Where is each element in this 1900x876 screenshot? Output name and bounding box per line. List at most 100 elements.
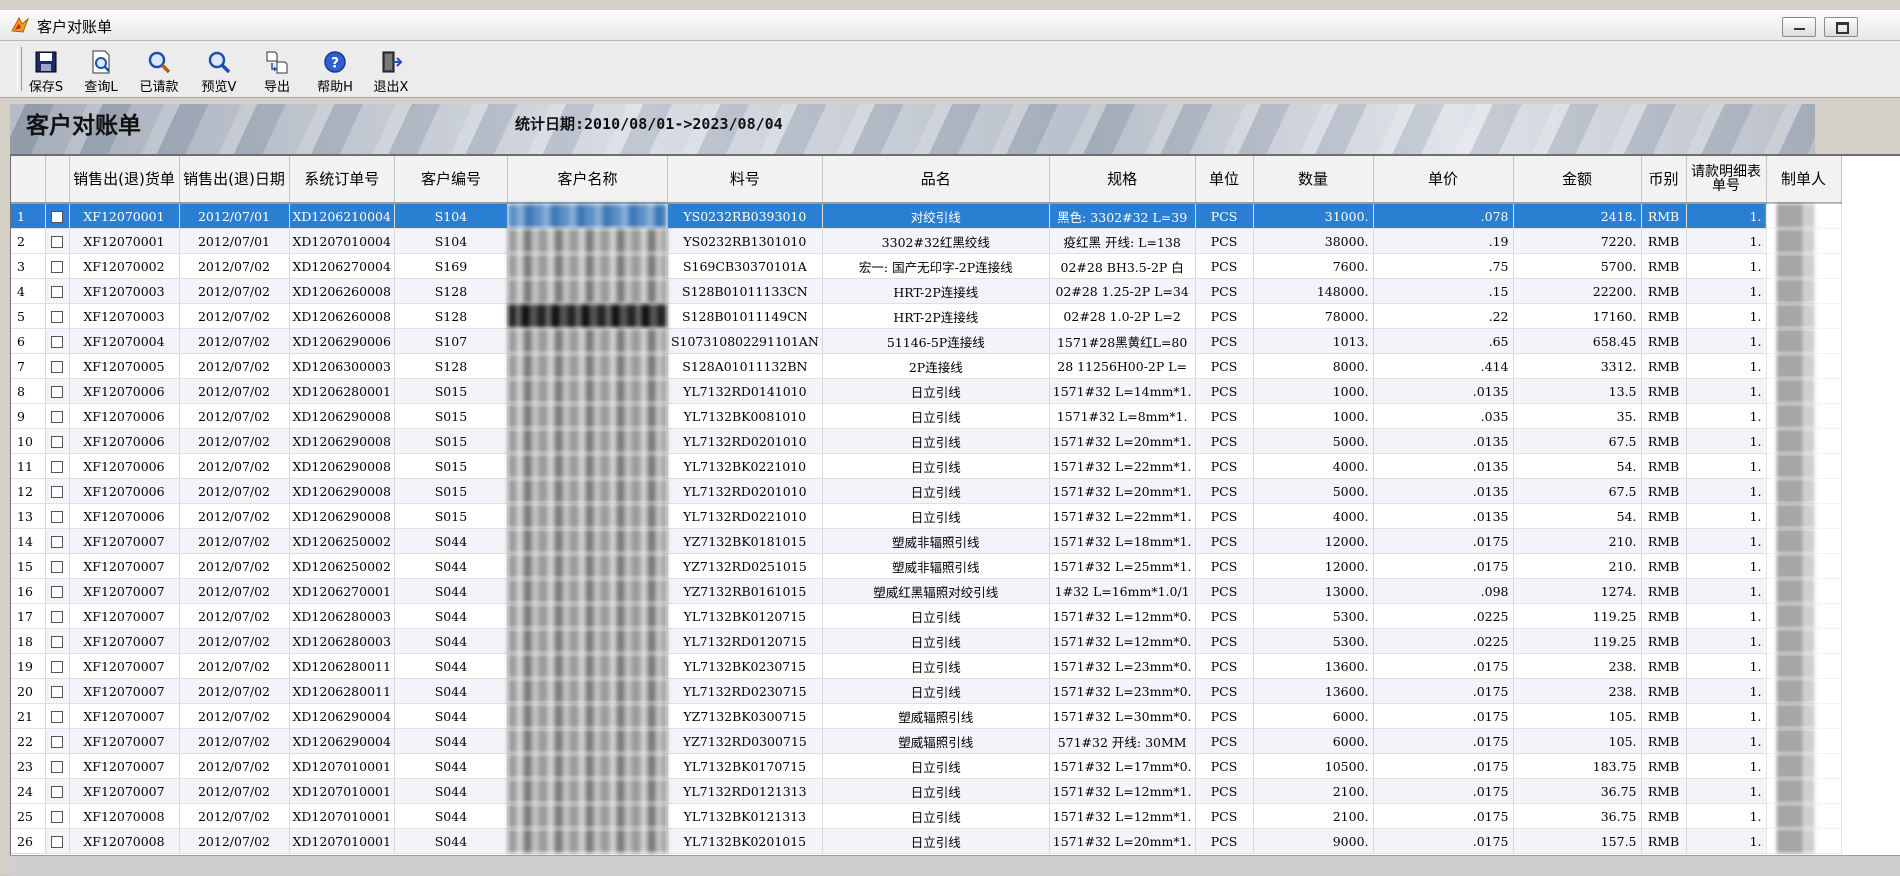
cell-customer-code[interactable]: S044: [394, 753, 508, 779]
cell-currency[interactable]: RMB: [1641, 778, 1687, 804]
cell-quantity[interactable]: 2100.: [1253, 803, 1374, 829]
cell-creator-redacted[interactable]: [1766, 603, 1842, 629]
cell-creator-redacted[interactable]: [1766, 228, 1842, 254]
cell-unit[interactable]: PCS: [1195, 803, 1254, 829]
cell-sales-doc-no[interactable]: XF12070004: [69, 328, 180, 354]
cell-customer-code[interactable]: S044: [394, 603, 508, 629]
cell-invoice-detail-no[interactable]: 1.: [1686, 478, 1767, 504]
row-checkbox[interactable]: [51, 736, 63, 748]
cell-unit[interactable]: PCS: [1195, 628, 1254, 654]
cell-creator-redacted[interactable]: [1766, 278, 1842, 304]
cell-spec[interactable]: 1571#32 L=12mm*0.: [1049, 628, 1196, 654]
cell-customer-name-redacted[interactable]: [507, 678, 668, 704]
cell-sales-doc-no[interactable]: XF12070007: [69, 528, 180, 554]
cell-amount[interactable]: 36.75: [1513, 803, 1642, 829]
cell-sales-date[interactable]: 2012/07/02: [179, 478, 290, 504]
cell-currency[interactable]: RMB: [1641, 653, 1687, 679]
row-select-cell[interactable]: [45, 378, 70, 404]
preview-button[interactable]: 预览V: [190, 49, 248, 95]
cell-sales-doc-no[interactable]: XF12070007: [69, 553, 180, 579]
cell-invoice-detail-no[interactable]: 1.: [1686, 328, 1767, 354]
cell-sales-date[interactable]: 2012/07/02: [179, 328, 290, 354]
cell-unit[interactable]: PCS: [1195, 553, 1254, 579]
cell-currency[interactable]: RMB: [1641, 328, 1687, 354]
cell-spec[interactable]: 1571#32 L=23mm*0.: [1049, 653, 1196, 679]
cell-currency[interactable]: RMB: [1641, 678, 1687, 704]
row-checkbox[interactable]: [51, 561, 63, 573]
cell-customer-code[interactable]: S044: [394, 778, 508, 804]
cell-spec[interactable]: 1571#32 L=25mm*1.: [1049, 553, 1196, 579]
row-checkbox[interactable]: [51, 661, 63, 673]
cell-system-order-no[interactable]: XD1206290008: [289, 428, 395, 454]
table-row[interactable]: 9 XF12070006 2012/07/02 XD1206290008 S015 YL7…: [11, 403, 1842, 429]
statement-grid[interactable]: 销售出(退)货单 销售出(退)日期 系统订单号 客户编号 客户名称 料号 品名 …: [10, 154, 1900, 857]
cell-sales-date[interactable]: 2012/07/02: [179, 678, 290, 704]
table-row[interactable]: 6 XF12070004 2012/07/02 XD1206290006 S107 S10…: [11, 328, 1842, 354]
cell-system-order-no[interactable]: XD1206250002: [289, 528, 395, 554]
cell-quantity[interactable]: 5300.: [1253, 603, 1374, 629]
cell-currency[interactable]: RMB: [1641, 278, 1687, 304]
table-row[interactable]: 19 XF12070007 2012/07/02 XD1206280011 S044 YL…: [11, 653, 1842, 679]
cell-currency[interactable]: RMB: [1641, 628, 1687, 654]
cell-product-name[interactable]: 3302#32红黑绞线: [822, 228, 1050, 254]
cell-product-name[interactable]: 宏一: 国产无印字-2P连接线: [822, 253, 1050, 279]
cell-amount[interactable]: 5700.: [1513, 253, 1642, 279]
cell-unit-price[interactable]: .035: [1373, 403, 1514, 429]
cell-sales-doc-no[interactable]: XF12070007: [69, 653, 180, 679]
row-checkbox[interactable]: [51, 436, 63, 448]
cell-creator-redacted[interactable]: [1766, 653, 1842, 679]
cell-creator-redacted[interactable]: [1766, 328, 1842, 354]
cell-product-name[interactable]: 日立引线: [822, 678, 1050, 704]
cell-currency[interactable]: RMB: [1641, 253, 1687, 279]
cell-currency[interactable]: RMB: [1641, 203, 1687, 229]
cell-creator-redacted[interactable]: [1766, 778, 1842, 804]
row-select-cell[interactable]: [45, 453, 70, 479]
minimize-button[interactable]: [1782, 17, 1816, 37]
cell-spec[interactable]: 1571#32 L=17mm*0.: [1049, 753, 1196, 779]
cell-part-no[interactable]: YZ7132RD0251015: [667, 553, 823, 579]
table-row[interactable]: 10 XF12070006 2012/07/02 XD1206290008 S015 YL…: [11, 428, 1842, 454]
cell-spec[interactable]: 02#28 1.25-2P L=34: [1049, 278, 1196, 304]
row-select-cell[interactable]: [45, 228, 70, 254]
cell-sales-doc-no[interactable]: XF12070001: [69, 228, 180, 254]
cell-sales-date[interactable]: 2012/07/02: [179, 278, 290, 304]
cell-invoice-detail-no[interactable]: 1.: [1686, 403, 1767, 429]
header-customer-name[interactable]: 客户名称: [507, 156, 668, 204]
cell-creator-redacted[interactable]: [1766, 678, 1842, 704]
cell-unit-price[interactable]: .19: [1373, 228, 1514, 254]
cell-sales-doc-no[interactable]: XF12070006: [69, 453, 180, 479]
cell-quantity[interactable]: 5000.: [1253, 428, 1374, 454]
cell-system-order-no[interactable]: XD1206270004: [289, 253, 395, 279]
cell-unit[interactable]: PCS: [1195, 503, 1254, 529]
requested-payment-button[interactable]: 已请款: [130, 49, 188, 95]
cell-unit-price[interactable]: .0175: [1373, 553, 1514, 579]
cell-quantity[interactable]: 13000.: [1253, 578, 1374, 604]
row-select-cell[interactable]: [45, 803, 70, 829]
header-customer-code[interactable]: 客户编号: [394, 156, 508, 204]
cell-customer-name-redacted[interactable]: [507, 428, 668, 454]
row-checkbox[interactable]: [51, 761, 63, 773]
cell-amount[interactable]: 35.: [1513, 403, 1642, 429]
cell-quantity[interactable]: 9000.: [1253, 828, 1374, 854]
cell-system-order-no[interactable]: XD1206250002: [289, 553, 395, 579]
cell-product-name[interactable]: 日立引线: [822, 378, 1050, 404]
cell-invoice-detail-no[interactable]: 1.: [1686, 503, 1767, 529]
export-button[interactable]: 导出: [248, 49, 306, 95]
cell-system-order-no[interactable]: XD1206280003: [289, 628, 395, 654]
cell-customer-code[interactable]: S169: [394, 253, 508, 279]
cell-system-order-no[interactable]: XD1206280011: [289, 678, 395, 704]
cell-system-order-no[interactable]: XD1207010001: [289, 753, 395, 779]
row-select-cell[interactable]: [45, 778, 70, 804]
cell-unit[interactable]: PCS: [1195, 753, 1254, 779]
cell-amount[interactable]: 13.5: [1513, 378, 1642, 404]
cell-spec[interactable]: 1571#32 L=20mm*1.: [1049, 478, 1196, 504]
cell-invoice-detail-no[interactable]: 1.: [1686, 428, 1767, 454]
cell-quantity[interactable]: 2100.: [1253, 778, 1374, 804]
row-checkbox[interactable]: [51, 611, 63, 623]
cell-product-name[interactable]: 日立引线: [822, 803, 1050, 829]
cell-currency[interactable]: RMB: [1641, 478, 1687, 504]
cell-unit[interactable]: PCS: [1195, 253, 1254, 279]
row-select-cell[interactable]: [45, 603, 70, 629]
cell-creator-redacted[interactable]: [1766, 478, 1842, 504]
cell-unit[interactable]: PCS: [1195, 378, 1254, 404]
